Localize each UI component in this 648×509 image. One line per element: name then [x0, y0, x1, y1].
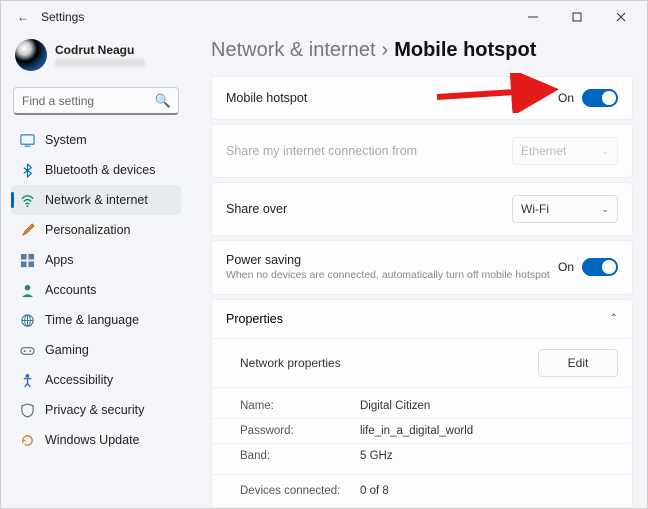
sidebar: Codrut Neagu 🔍 System Bluetooth & device… [1, 33, 191, 508]
wifi-icon [19, 192, 35, 208]
breadcrumb: Network & internet › Mobile hotspot [211, 39, 633, 62]
chevron-up-icon: ⌃ [610, 313, 618, 324]
select-value: Ethernet [521, 144, 566, 158]
sidebar-item-time[interactable]: Time & language [11, 305, 181, 335]
search-icon: 🔍 [155, 93, 171, 109]
breadcrumb-parent[interactable]: Network & internet [211, 39, 376, 62]
user-email-redacted [55, 59, 145, 67]
row-power-saving: Power saving When no devices are connect… [211, 240, 633, 295]
chevron-down-icon: ⌄ [601, 204, 609, 215]
properties-header[interactable]: Properties ⌃ [212, 300, 632, 338]
main-content: Network & internet › Mobile hotspot Mobi… [191, 33, 647, 508]
sidebar-label: Privacy & security [45, 403, 144, 417]
page-title: Mobile hotspot [394, 39, 536, 62]
select-value: Wi-Fi [521, 202, 549, 216]
window-title: Settings [41, 10, 84, 24]
accessibility-icon [19, 372, 35, 388]
network-properties-row: Network properties Edit [212, 338, 632, 387]
minimize-button[interactable] [511, 2, 555, 32]
user-name: Codrut Neagu [55, 43, 145, 57]
sidebar-item-update[interactable]: Windows Update [11, 425, 181, 455]
update-icon [19, 432, 35, 448]
row-label: Share my internet connection from [226, 144, 417, 158]
sidebar-item-bluetooth[interactable]: Bluetooth & devices [11, 155, 181, 185]
sidebar-item-personalization[interactable]: Personalization [11, 215, 181, 245]
sidebar-label: Apps [45, 253, 74, 267]
sidebar-label: Accessibility [45, 373, 113, 387]
edit-button[interactable]: Edit [538, 349, 618, 377]
kv-name: Name:Digital Citizen [212, 394, 632, 418]
back-icon[interactable]: ← [17, 10, 37, 24]
network-properties-label: Network properties [240, 356, 341, 370]
sidebar-label: Gaming [45, 343, 89, 357]
properties-section: Properties ⌃ Network properties Edit Nam… [211, 299, 633, 508]
sidebar-label: System [45, 133, 87, 147]
chevron-down-icon: ⌄ [601, 146, 609, 157]
sidebar-item-accessibility[interactable]: Accessibility [11, 365, 181, 395]
sidebar-item-accounts[interactable]: Accounts [11, 275, 181, 305]
sidebar-label: Network & internet [45, 193, 148, 207]
row-share-over: Share over Wi-Fi ⌄ [211, 182, 633, 236]
row-label: Mobile hotspot [226, 91, 307, 105]
person-icon [19, 282, 35, 298]
annotation-arrow [432, 73, 562, 113]
toggle-state: On [558, 260, 574, 274]
sidebar-label: Bluetooth & devices [45, 163, 156, 177]
titlebar: ← Settings [1, 1, 647, 33]
kv-devices: Devices connected: 0 of 8 [212, 474, 632, 507]
close-button[interactable] [599, 2, 643, 32]
sidebar-item-privacy[interactable]: Privacy & security [11, 395, 181, 425]
kv-band: Band:5 GHz [212, 443, 632, 468]
sidebar-label: Time & language [45, 313, 139, 327]
row-mobile-hotspot: Mobile hotspot On [211, 76, 633, 120]
brush-icon [19, 222, 35, 238]
share-over-select[interactable]: Wi-Fi ⌄ [512, 195, 618, 223]
bluetooth-icon [19, 162, 35, 178]
properties-title: Properties [226, 312, 283, 326]
apps-icon [19, 252, 35, 268]
user-profile[interactable]: Codrut Neagu [11, 37, 181, 79]
sidebar-label: Windows Update [45, 433, 140, 447]
hotspot-toggle[interactable] [582, 89, 618, 107]
row-sublabel: When no devices are connected, automatic… [226, 269, 550, 282]
sidebar-label: Personalization [45, 223, 130, 237]
chevron-right-icon: › [382, 39, 389, 62]
kv-password: Password:life_in_a_digital_world [212, 418, 632, 443]
system-icon [19, 132, 35, 148]
sidebar-item-apps[interactable]: Apps [11, 245, 181, 275]
powersave-toggle[interactable] [582, 258, 618, 276]
row-label: Power saving [226, 253, 550, 267]
share-from-select: Ethernet ⌄ [512, 137, 618, 165]
sidebar-item-gaming[interactable]: Gaming [11, 335, 181, 365]
sidebar-item-system[interactable]: System [11, 125, 181, 155]
avatar [15, 39, 47, 71]
toggle-state: On [558, 91, 574, 105]
globe-icon [19, 312, 35, 328]
row-share-from: Share my internet connection from Ethern… [211, 124, 633, 178]
sidebar-item-network[interactable]: Network & internet [11, 185, 181, 215]
row-label: Share over [226, 202, 287, 216]
maximize-button[interactable] [555, 2, 599, 32]
gaming-icon [19, 342, 35, 358]
sidebar-label: Accounts [45, 283, 96, 297]
shield-icon [19, 402, 35, 418]
